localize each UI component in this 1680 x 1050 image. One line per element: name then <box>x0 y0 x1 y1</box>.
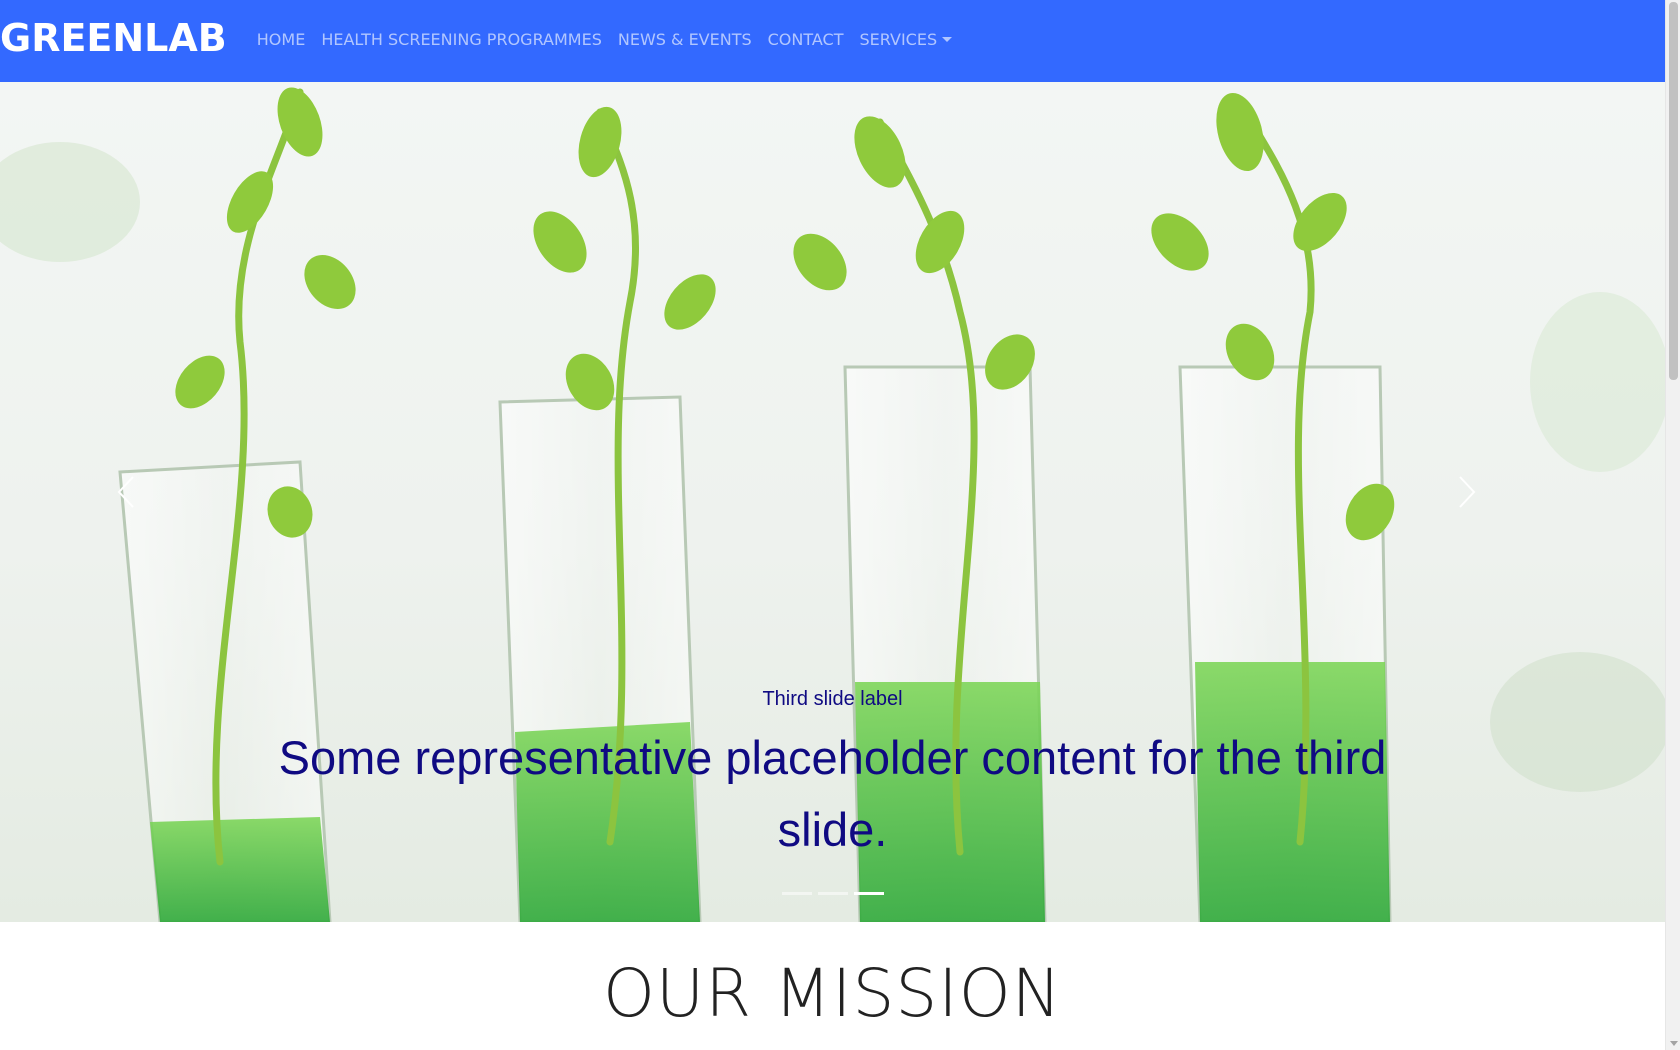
carousel-indicator-3[interactable] <box>853 892 884 895</box>
chevron-left-icon <box>117 476 134 508</box>
carousel-caption-text: Some representative placeholder content … <box>278 731 1387 856</box>
brand-logo[interactable]: GREENLAB <box>0 16 227 60</box>
scrollbar-thumb[interactable] <box>1669 2 1678 380</box>
navbar: GREENLAB HOME HEALTH SCREENING PROGRAMME… <box>0 0 1665 82</box>
caret-down-icon <box>942 37 953 42</box>
chevron-right-icon <box>1459 476 1476 508</box>
carousel-indicator-1[interactable] <box>781 892 812 895</box>
nav-services-dropdown[interactable]: SERVICES <box>852 30 961 49</box>
mission-heading: OUR MISSION <box>602 955 1063 1032</box>
hero-carousel: Third slide label Some representative pl… <box>0 82 1665 922</box>
carousel-indicator-2[interactable] <box>817 892 848 895</box>
nav-home[interactable]: HOME <box>249 30 314 49</box>
scroll-down-arrow-icon[interactable] <box>1670 1041 1678 1046</box>
nav-news-events[interactable]: NEWS & EVENTS <box>610 30 760 49</box>
carousel-prev-button[interactable] <box>96 462 156 522</box>
vertical-scrollbar[interactable] <box>1665 0 1680 1050</box>
carousel-indicators <box>0 892 1665 895</box>
carousel-caption-label: Third slide label <box>762 688 903 710</box>
carousel-next-button[interactable] <box>1437 462 1497 522</box>
nav-contact[interactable]: CONTACT <box>760 30 852 49</box>
page: GREENLAB HOME HEALTH SCREENING PROGRAMME… <box>0 0 1680 1050</box>
nav-links: HOME HEALTH SCREENING PROGRAMMES NEWS & … <box>249 30 960 49</box>
nav-services-label: SERVICES <box>859 30 938 49</box>
nav-health-screening[interactable]: HEALTH SCREENING PROGRAMMES <box>313 30 610 49</box>
